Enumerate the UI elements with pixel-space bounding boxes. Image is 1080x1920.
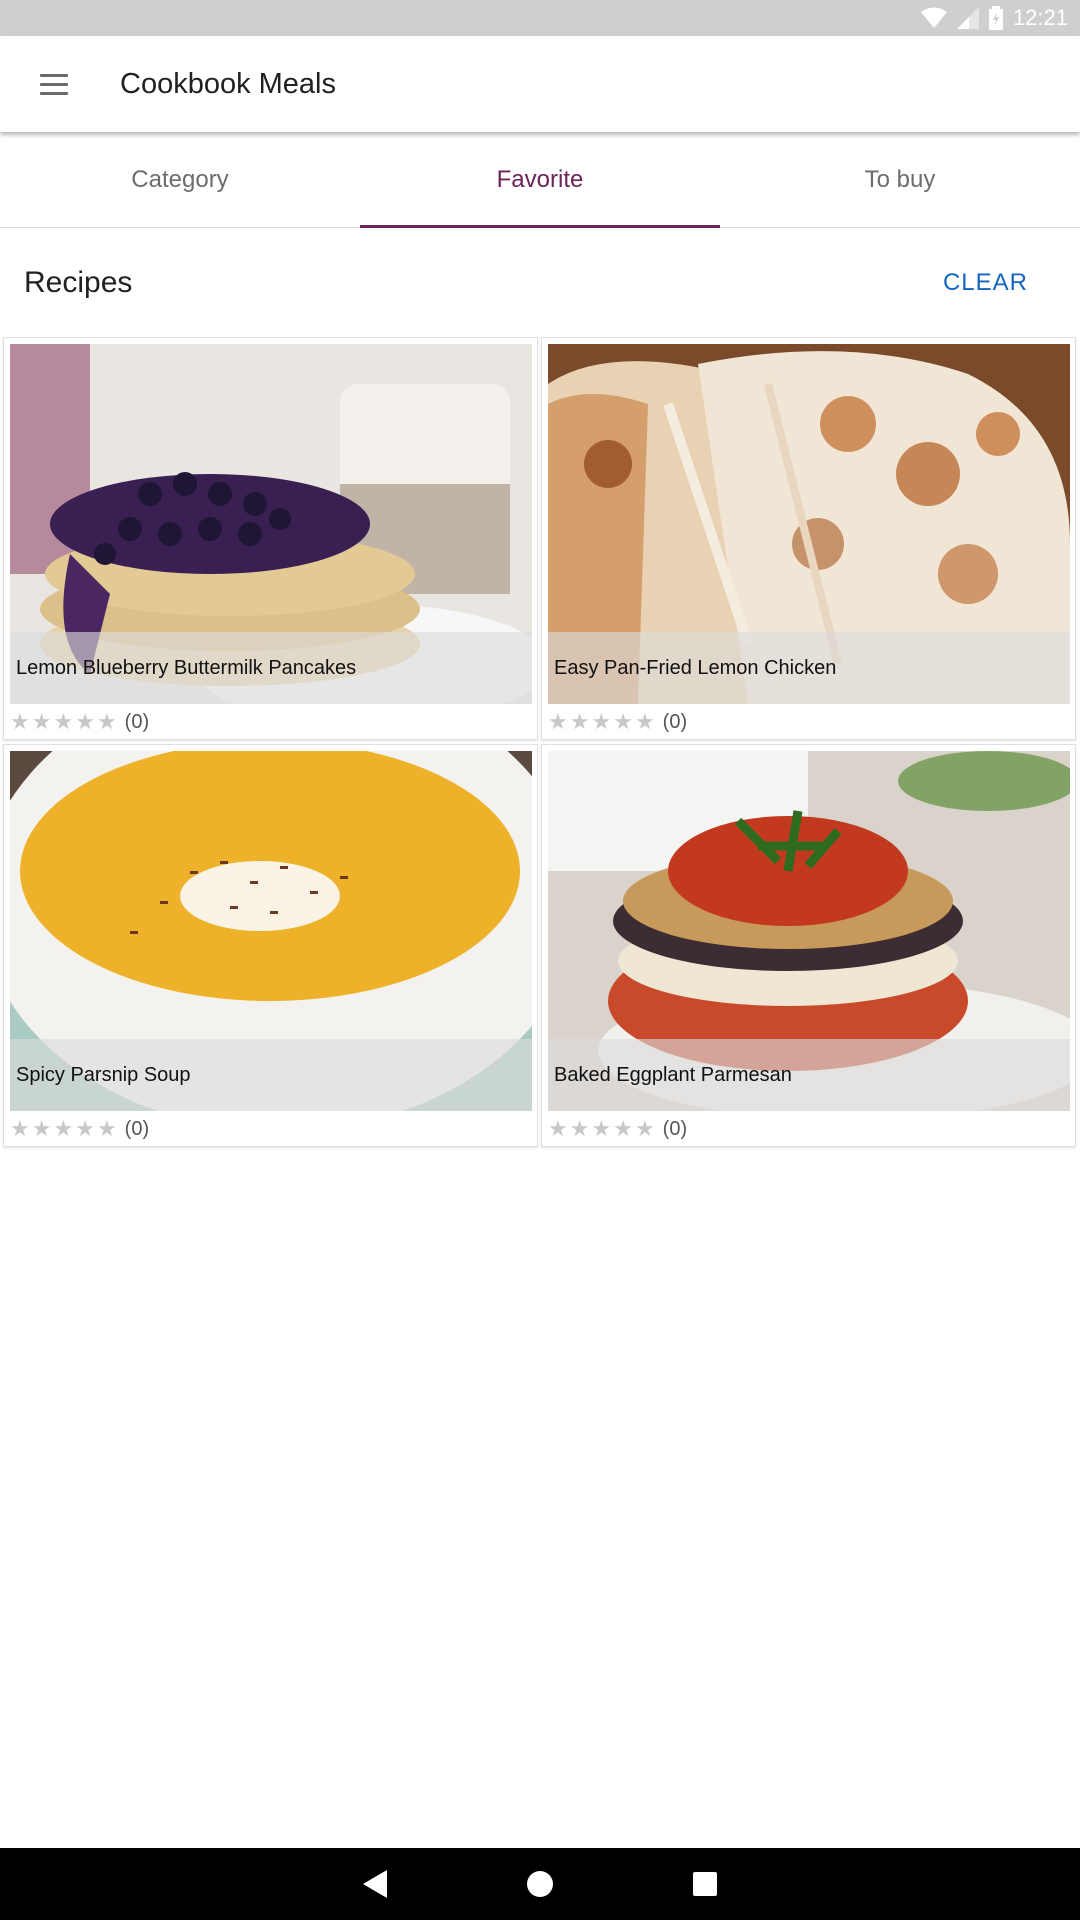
recipe-name: Lemon Blueberry Buttermilk Pancakes xyxy=(16,656,357,679)
recipe-name: Easy Pan-Fried Lemon Chicken xyxy=(554,656,837,679)
rating-bar: ★ ★ ★ ★ ★ (0) xyxy=(10,1114,149,1144)
section-title: Recipes xyxy=(24,266,133,299)
recipe-card[interactable]: Easy Pan-Fried Lemon Chicken ★ ★ ★ ★ ★ (… xyxy=(541,337,1076,740)
star-icon: ★ xyxy=(31,709,52,734)
rating-count: (0) xyxy=(662,1117,688,1140)
back-triangle-icon[interactable] xyxy=(363,1870,387,1898)
recipe-caption: Baked Eggplant Parmesan xyxy=(548,1039,1070,1111)
star-icon: ★ xyxy=(548,1116,568,1141)
section-header: Recipes CLEAR xyxy=(0,228,1080,338)
recipe-card[interactable]: Spicy Parsnip Soup ★ ★ ★ ★ ★ (0) xyxy=(3,744,538,1147)
recipe-card[interactable]: Baked Eggplant Parmesan ★ ★ ★ ★ ★ (0) xyxy=(541,744,1076,1147)
star-icon: ★ xyxy=(75,709,95,734)
star-icon: ★ xyxy=(53,1116,74,1141)
rating-bar: ★ ★ ★ ★ ★ (0) xyxy=(548,707,687,737)
app-bar: Cookbook Meals xyxy=(0,36,1080,132)
star-icon: ★ xyxy=(548,709,568,734)
rating-bar: ★ ★ ★ ★ ★ (0) xyxy=(548,1114,687,1144)
star-icon: ★ xyxy=(613,1116,633,1141)
star-icon: ★ xyxy=(569,709,590,734)
star-icon: ★ xyxy=(96,709,117,734)
star-icon: ★ xyxy=(591,1116,612,1141)
recipe-card[interactable]: Lemon Blueberry Buttermilk Pancakes ★ ★ … xyxy=(3,337,538,740)
star-icon: ★ xyxy=(75,1116,95,1141)
recipe-image: Spicy Parsnip Soup xyxy=(10,751,532,1111)
hamburger-menu-icon[interactable] xyxy=(27,57,81,111)
rating-count: (0) xyxy=(124,1117,150,1140)
star-icon: ★ xyxy=(31,1116,52,1141)
tab-to-buy[interactable]: To buy xyxy=(720,132,1080,227)
star-icon: ★ xyxy=(569,1116,590,1141)
star-icon: ★ xyxy=(96,1116,117,1141)
star-icon: ★ xyxy=(10,1116,30,1141)
rating-count: (0) xyxy=(124,710,150,733)
cell-signal-icon xyxy=(956,7,979,29)
tab-favorite[interactable]: Favorite xyxy=(360,132,720,228)
tab-category[interactable]: Category xyxy=(0,132,360,227)
recipe-image: Easy Pan-Fried Lemon Chicken xyxy=(548,344,1070,704)
recents-square-icon[interactable] xyxy=(693,1872,717,1896)
tab-bar: Category Favorite To buy xyxy=(0,132,1080,228)
star-icon: ★ xyxy=(634,709,655,734)
recipe-name: Spicy Parsnip Soup xyxy=(16,1063,191,1086)
recipe-caption: Lemon Blueberry Buttermilk Pancakes xyxy=(10,632,532,704)
recipe-name: Baked Eggplant Parmesan xyxy=(554,1063,792,1086)
star-icon: ★ xyxy=(53,709,74,734)
recipe-image: Lemon Blueberry Buttermilk Pancakes xyxy=(10,344,532,704)
star-icon: ★ xyxy=(591,709,612,734)
app-title: Cookbook Meals xyxy=(120,67,336,100)
home-circle-icon[interactable] xyxy=(527,1871,553,1897)
navigation-bar xyxy=(0,1848,1080,1920)
wifi-icon xyxy=(920,7,947,28)
recipe-caption: Easy Pan-Fried Lemon Chicken xyxy=(548,632,1070,704)
battery-icon xyxy=(988,6,1003,30)
star-icon: ★ xyxy=(10,709,30,734)
star-icon: ★ xyxy=(634,1116,655,1141)
status-bar: 12:21 xyxy=(0,0,1080,36)
rating-count: (0) xyxy=(662,710,688,733)
rating-bar: ★ ★ ★ ★ ★ (0) xyxy=(10,707,149,737)
clear-button[interactable]: CLEAR xyxy=(943,269,1028,297)
star-icon: ★ xyxy=(613,709,633,734)
recipe-image: Baked Eggplant Parmesan xyxy=(548,751,1070,1111)
recipe-caption: Spicy Parsnip Soup xyxy=(10,1039,532,1111)
status-time: 12:21 xyxy=(1012,5,1068,30)
